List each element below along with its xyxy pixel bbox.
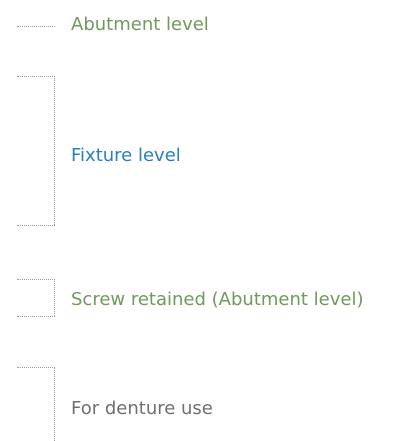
screw-retained-bracket-top (17, 279, 55, 280)
screw-retained-bracket-side (54, 279, 55, 316)
denture-use-bracket-side (54, 367, 55, 441)
denture-use-bracket-top (17, 367, 55, 368)
fixture-level-bracket-side (54, 76, 55, 225)
fixture-level-bracket-bottom (17, 225, 55, 226)
fixture-level-bracket-top (17, 76, 55, 77)
abutment-level-label: Abutment level (71, 14, 209, 35)
denture-use-label: For denture use (71, 398, 213, 419)
diagram-canvas: Abutment level Fixture level Screw retai… (0, 0, 397, 441)
screw-retained-bracket-bottom (17, 316, 55, 317)
abutment-level-connector-line (17, 26, 55, 27)
fixture-level-label: Fixture level (71, 145, 181, 166)
screw-retained-label: Screw retained (Abutment level) (71, 289, 364, 310)
